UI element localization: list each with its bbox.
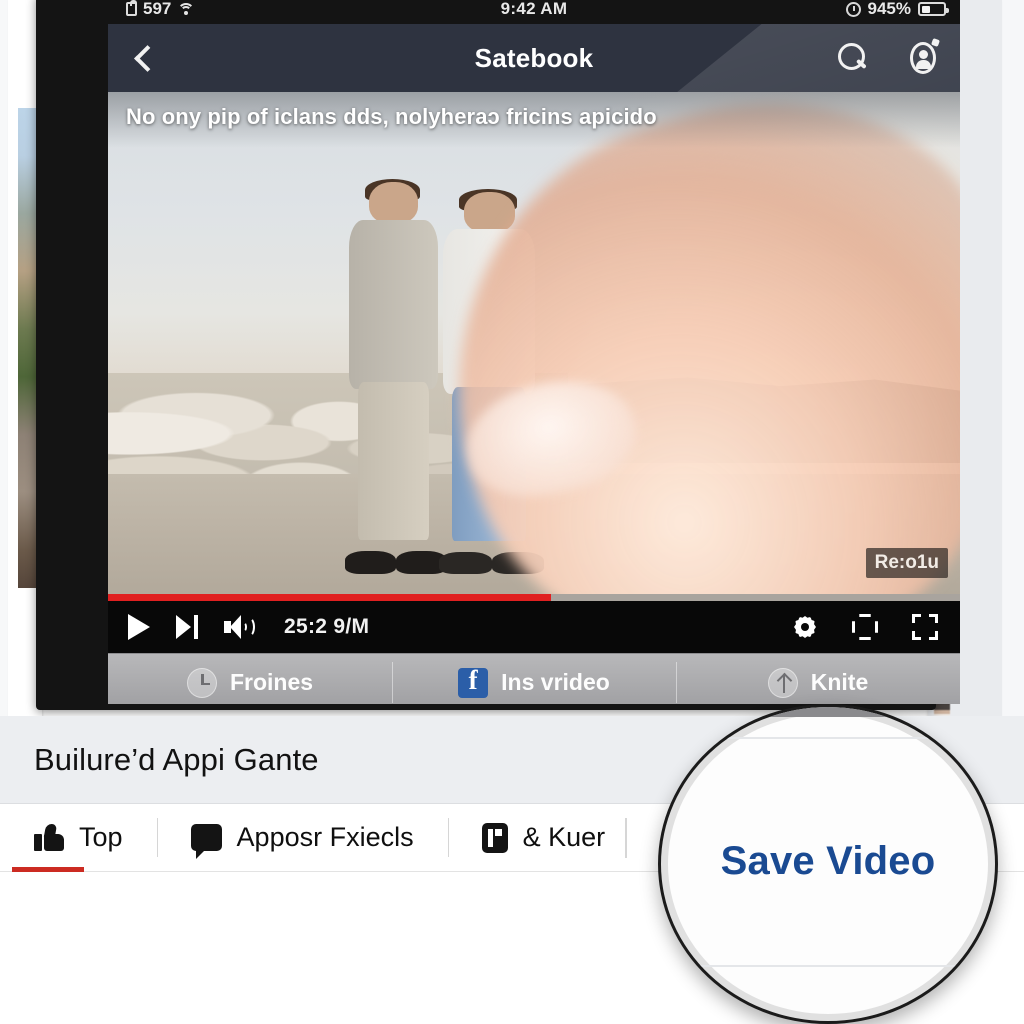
phone-frame: 597 9:42 AM 945% Satebook No ony pip of …	[36, 0, 960, 710]
action-row: Froines Ins vrideo Knite	[108, 653, 960, 704]
play-icon[interactable]	[128, 614, 150, 640]
alarm-icon	[845, 1, 861, 17]
volume-icon[interactable]	[224, 615, 255, 639]
player-control-bar: 25:2 9/M	[108, 601, 960, 653]
watch-later-icon	[186, 667, 217, 698]
video-caption: No ony pip of iclans dds, nolyheraɔ fric…	[108, 92, 960, 148]
app-nav-bar: Satebook	[108, 24, 960, 122]
save-video-label[interactable]: Save Video	[721, 839, 936, 884]
magnifier-callout: Save Video	[658, 704, 998, 1024]
magnifier-divider-top	[661, 737, 995, 739]
account-icon[interactable]	[908, 38, 940, 75]
card-icon	[481, 822, 508, 853]
tab-active-underline	[12, 867, 84, 872]
progress-bar[interactable]	[108, 594, 960, 601]
status-bar-clock: 9:42 AM	[500, 0, 568, 18]
comment-icon	[190, 824, 222, 859]
gear-icon[interactable]	[792, 614, 818, 640]
tab-kuer[interactable]: & Kuer	[447, 804, 640, 871]
player-left-controls: 25:2 9/M	[128, 614, 369, 640]
action-item-watch-later[interactable]: Froines	[108, 654, 392, 704]
battery-percent-label: 945%	[867, 0, 911, 18]
resolution-badge: Re:o1u	[865, 548, 948, 578]
action-item-label: Ins vrideo	[501, 669, 610, 695]
share-upload-icon	[767, 667, 798, 698]
magnifier-top-clip	[661, 707, 995, 717]
status-bar-right: 945%	[845, 0, 949, 24]
tab-comments[interactable]: Apposr Fxiecls	[156, 804, 448, 871]
thumbs-up-icon	[34, 824, 64, 851]
tab-label: Top	[79, 822, 123, 852]
nav-actions	[838, 38, 940, 75]
tab-divider	[625, 818, 627, 858]
facebook-icon	[458, 665, 489, 698]
page-title: Satebook	[474, 42, 594, 73]
action-item-facebook[interactable]: Ins vrideo	[392, 654, 676, 704]
progress-bar-fill	[108, 594, 552, 601]
battery-icon	[918, 2, 949, 16]
next-track-icon[interactable]	[176, 615, 198, 639]
fullscreen-icon[interactable]	[912, 614, 938, 640]
action-item-label: Froines	[229, 669, 314, 695]
action-item-share[interactable]: Knite	[676, 654, 960, 704]
action-item-label: Knite	[810, 669, 869, 695]
magnifier-divider-bottom	[661, 965, 995, 967]
screenshot-root: 597 9:42 AM 945% Satebook No ony pip of …	[0, 0, 1024, 1024]
search-icon[interactable]	[838, 43, 868, 73]
player-right-controls	[792, 601, 938, 653]
status-bar: 597 9:42 AM 945%	[108, 0, 960, 24]
tab-top[interactable]: Top	[0, 804, 157, 872]
miniplayer-icon[interactable]	[852, 614, 878, 640]
playback-time-label: 25:2 9/M	[284, 615, 370, 638]
video-title: Builure’d Appi Gante	[34, 741, 319, 777]
video-player-stage[interactable]: No ony pip of iclans dds, nolyheraɔ fric…	[108, 92, 960, 594]
tab-label: Apposr Fxiecls	[236, 822, 414, 852]
phone-screen: 597 9:42 AM 945% Satebook No ony pip of …	[108, 0, 960, 704]
tab-label: & Kuer	[522, 822, 606, 852]
